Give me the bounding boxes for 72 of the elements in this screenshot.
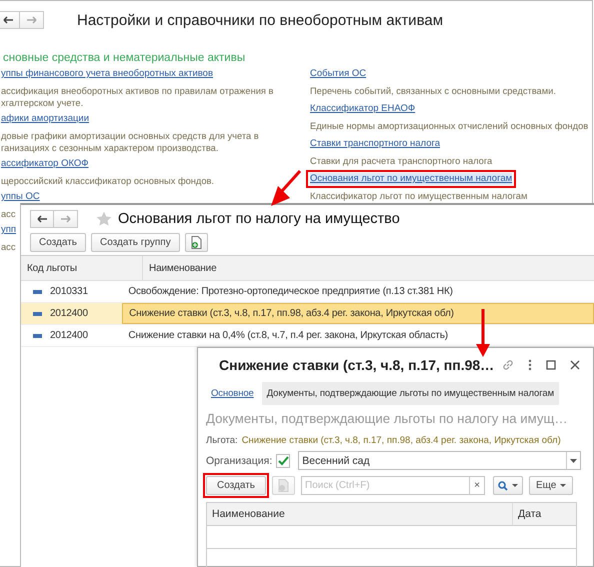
settings-link[interactable]: ассификатор ОКОФ xyxy=(1,158,89,170)
settings-link[interactable]: Классификатор ЕНАОФ xyxy=(310,103,416,115)
settings-link[interactable]: уппы ОС xyxy=(1,191,40,203)
window-title: Настройки и справочники по внеоборотным активам xyxy=(77,12,444,28)
column-header[interactable]: Наименование xyxy=(143,256,594,280)
settings-link[interactable]: События ОС xyxy=(310,68,366,80)
settings-link[interactable]: афики амортизации xyxy=(1,113,90,125)
toolbar-button[interactable]: Создать группу xyxy=(91,233,180,252)
more-icon[interactable] xyxy=(528,359,532,371)
window-title: Снижение ставки (ст.3, ч.8, п.17, пп.98… xyxy=(219,357,494,373)
more-button[interactable]: Еще xyxy=(529,476,574,495)
document-plus-icon xyxy=(190,236,202,249)
link-description: довые графики амортизации основных средств для учета в xyxy=(1,130,259,142)
clear-button[interactable]: × xyxy=(469,477,484,494)
settings-link[interactable]: уппы финансового учета внеоборотных активов xyxy=(1,68,214,80)
window-title: Основания льгот по налогу на имущество xyxy=(118,211,400,227)
dropdown-icon xyxy=(570,458,577,462)
column-header[interactable]: Наименование xyxy=(207,503,513,525)
right-arrow-icon xyxy=(60,215,70,223)
back-button[interactable] xyxy=(30,210,54,228)
create-button[interactable]: Создать xyxy=(206,476,266,495)
link-description: Классификатор льгот по имущественным налогам xyxy=(310,190,528,202)
link-description: Ставки для расчета транспортного налога xyxy=(310,155,492,167)
left-arrow-icon xyxy=(37,215,47,223)
maximize-icon[interactable] xyxy=(546,360,556,370)
table-cell[interactable]: 2012400 xyxy=(21,303,122,324)
dash-icon xyxy=(33,312,42,316)
close-icon[interactable] xyxy=(570,360,580,370)
checkbox[interactable] xyxy=(276,454,290,468)
column-header[interactable]: Дата xyxy=(513,503,576,525)
section-heading: сновные средства и нематериальные активы xyxy=(2,52,246,65)
settings-link[interactable]: Основания льгот по имущественным налогам xyxy=(310,173,512,185)
link-description: хгалтерском учете. xyxy=(1,97,84,109)
section-heading: Документы, подтверждающие льготы по налогу на имущ… xyxy=(206,411,568,427)
tab[interactable]: Документы, подтверждающие льготы по имущественным налогам xyxy=(262,382,560,405)
link-icon[interactable] xyxy=(502,359,514,371)
dash-icon xyxy=(33,290,42,294)
settings-link[interactable]: упп xyxy=(1,224,16,236)
link-description: щероссийский классификатор основных фондов. xyxy=(1,175,214,187)
toolbar-button[interactable]: Создать xyxy=(30,233,86,252)
link-description: ассификация внеоборотных активов по правилам отражения в xyxy=(1,85,274,97)
dash-icon xyxy=(33,334,42,338)
benefit-value: Снижение ставки (ст.3, ч.8, п.17, пп.98, абз.4 рег. закона, Иркутская обл) xyxy=(242,435,561,446)
table-cell[interactable]: 2012400 xyxy=(21,325,122,346)
tab[interactable]: Основное xyxy=(211,388,254,399)
left-arrow-icon xyxy=(3,16,13,24)
link-description: Единые нормы амортизационных отчислений основных фондов xyxy=(310,120,588,132)
table-cell[interactable]: Освобождение: Протезно-ортопедическое предприятие (п.13 ст.381 НК) xyxy=(122,281,594,302)
link-description: Перечень событий, связанных с основными средствами. xyxy=(310,85,556,97)
search-button[interactable] xyxy=(493,476,524,495)
table-cell[interactable]: Снижение ставки (ст.3, ч.8, п.17, пп.98, абз.4 рег. закона, Иркутская обл) xyxy=(122,303,594,324)
field-label: Льгота: xyxy=(206,435,238,446)
pointer-arrow xyxy=(271,170,302,206)
right-arrow-icon xyxy=(26,16,36,24)
pointer-arrow xyxy=(476,309,490,357)
back-button[interactable] xyxy=(0,11,20,29)
organization-field[interactable]: Весенний сад xyxy=(298,451,581,470)
search-field[interactable]: Поиск (Ctrl+F) × xyxy=(301,476,486,495)
caret-icon xyxy=(512,484,518,487)
link-description: ганизациях с сезонным характером производства. xyxy=(1,142,218,154)
settings-link[interactable]: Ставки транспортного налога xyxy=(310,138,440,150)
star-icon[interactable] xyxy=(96,211,112,227)
table-cell[interactable]: Снижение ставки на 0,4% (ст.8, ч.7, п.4 рег. закона, Иркутская область) xyxy=(122,325,594,346)
add-document-button[interactable] xyxy=(184,233,208,252)
search-icon xyxy=(498,480,508,490)
caret-icon xyxy=(560,484,566,487)
field-label: Организация: xyxy=(206,454,272,466)
document-icon xyxy=(278,479,290,492)
link-description: асс xyxy=(1,208,16,220)
table-cell[interactable]: 2010331 xyxy=(21,281,122,302)
column-header[interactable]: Код льготы xyxy=(21,256,143,280)
link-description: асс xyxy=(1,241,16,253)
